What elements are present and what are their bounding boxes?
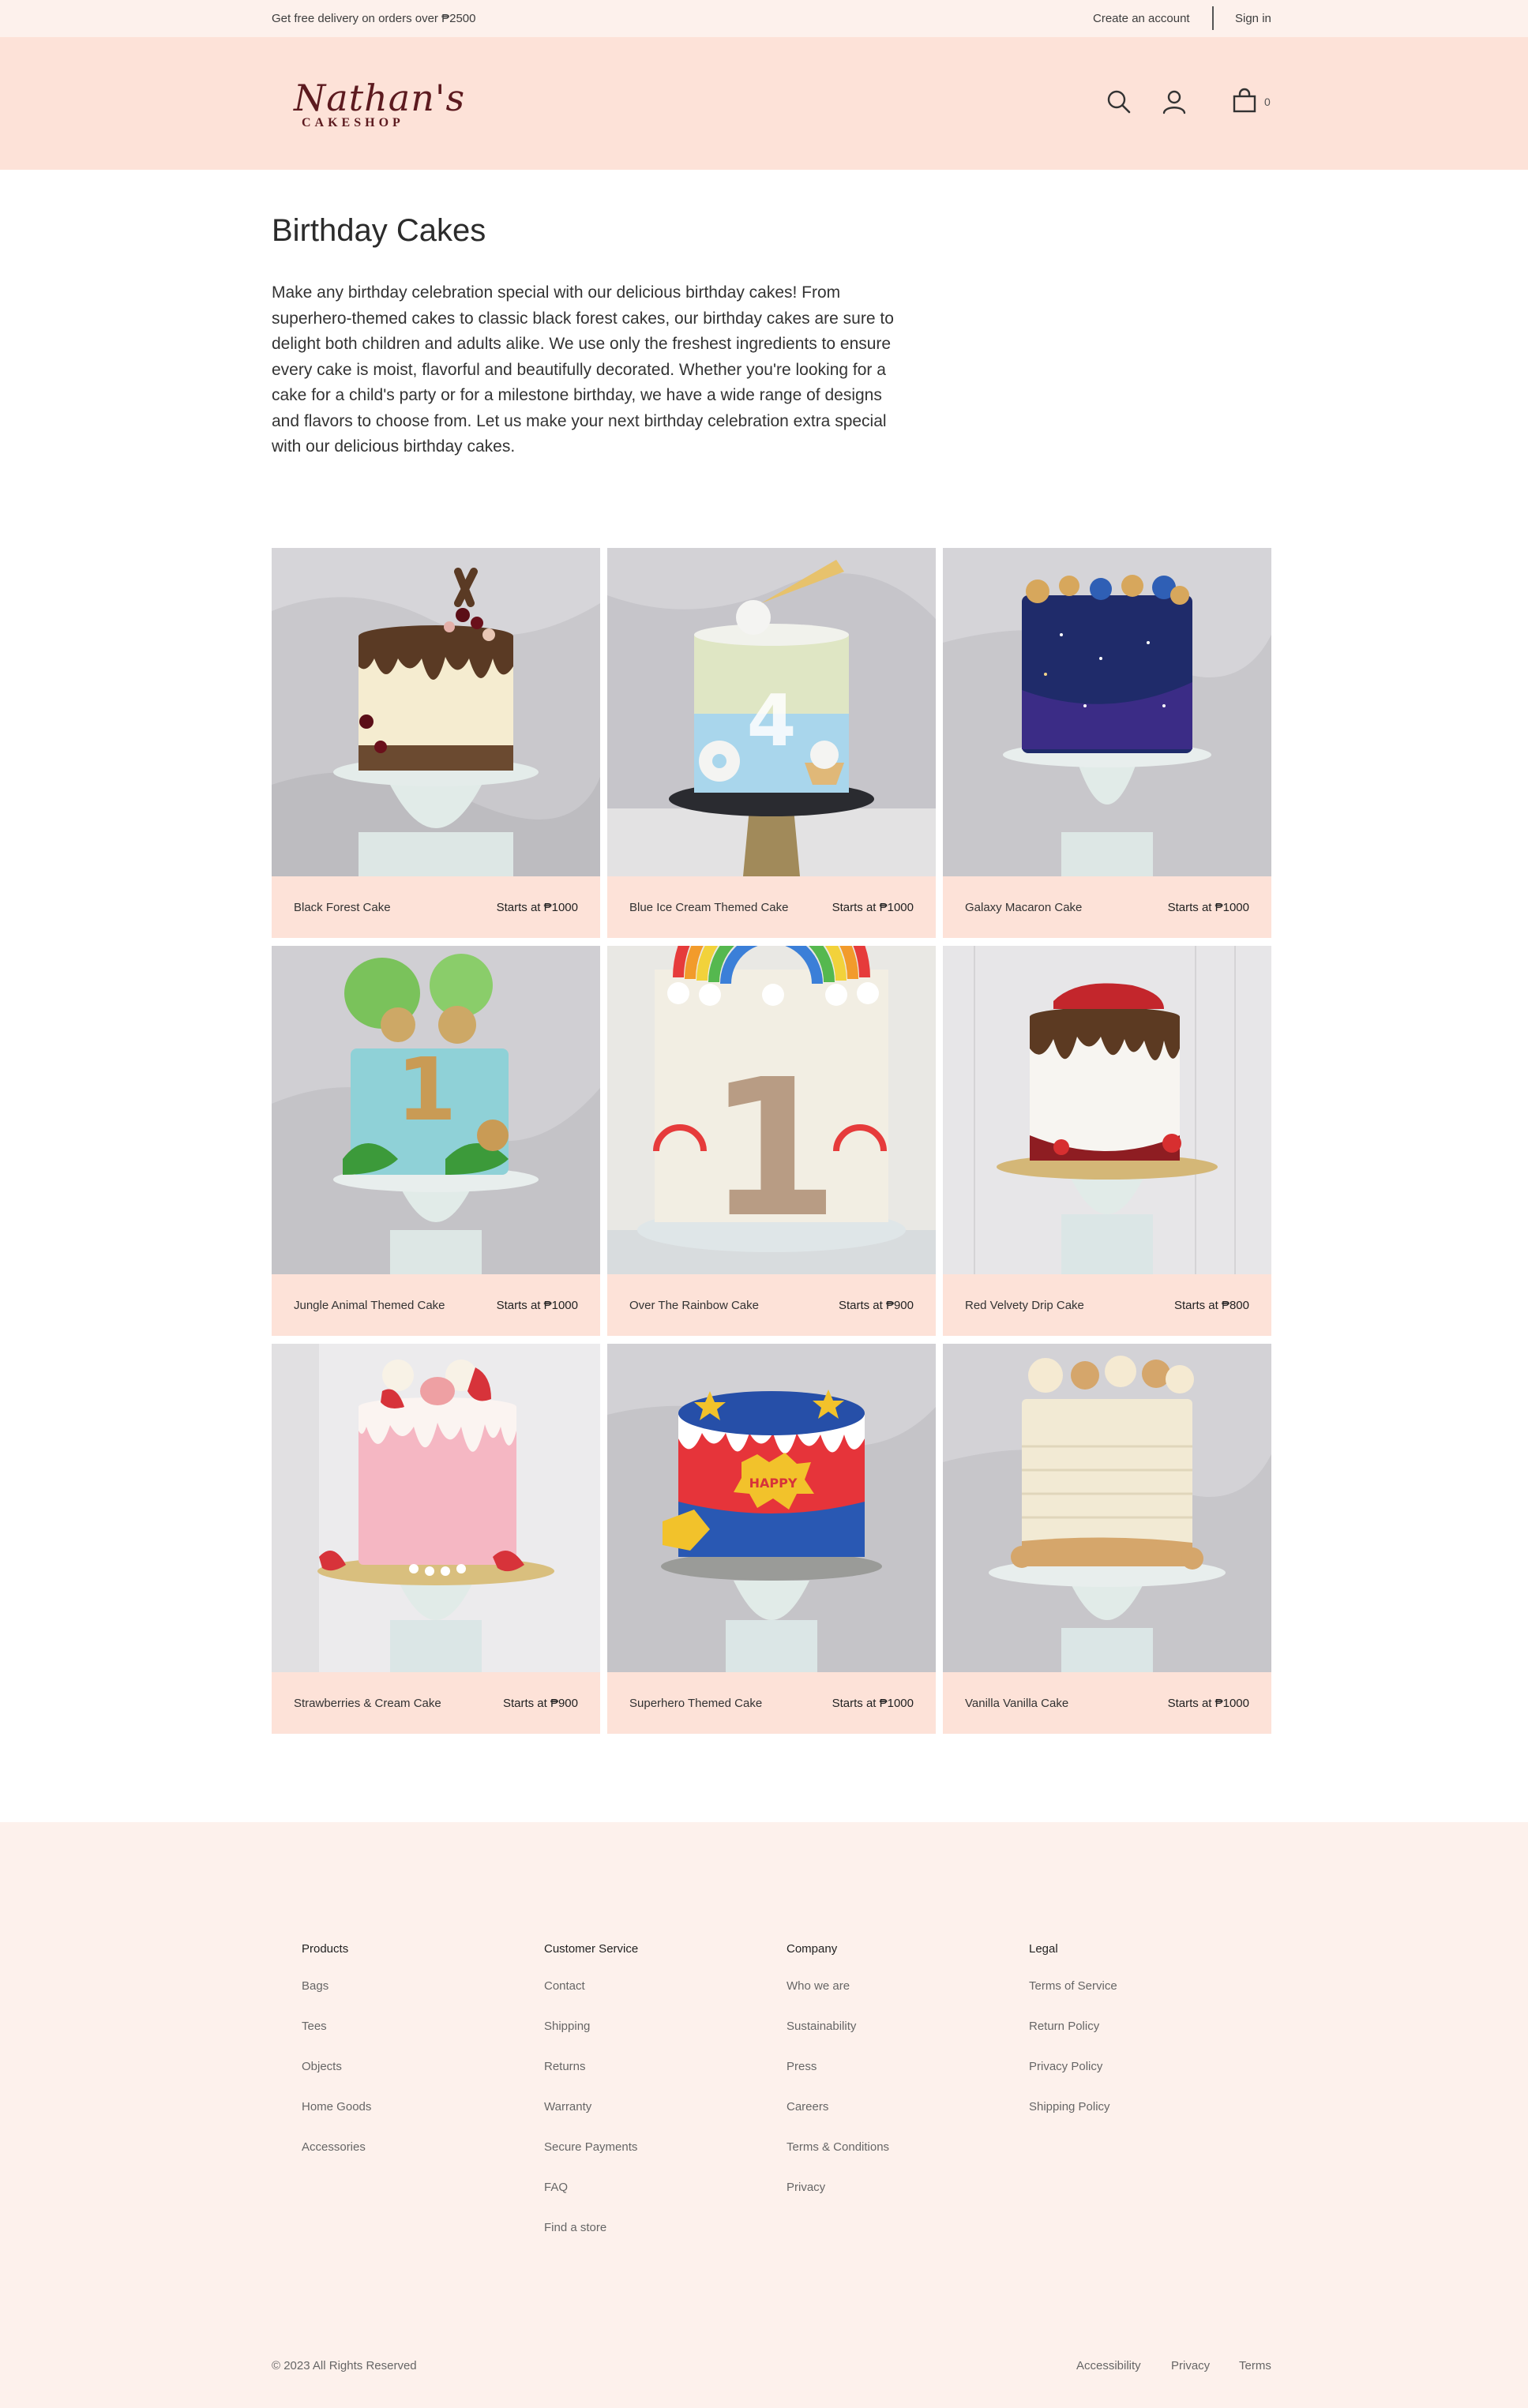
product-info: Strawberries & Cream Cake Starts at ₱900 [272, 1672, 600, 1734]
footer-link[interactable]: Warranty [544, 2100, 638, 2115]
product-name: Vanilla Vanilla Cake [965, 1696, 1069, 1710]
product-info: Galaxy Macaron Cake Starts at ₱1000 [943, 876, 1271, 938]
page-intro: Make any birthday celebration special wi… [272, 283, 894, 456]
product-info: Over The Rainbow Cake Starts at ₱900 [607, 1274, 936, 1336]
product-card[interactable]: 4 Blue Ice Cream Themed Cake Starts at ₱… [607, 548, 936, 938]
product-info: Vanilla Vanilla Cake Starts at ₱1000 [943, 1672, 1271, 1734]
footer-link[interactable]: Shipping [544, 2020, 638, 2035]
footer-link[interactable]: Terms & Conditions [787, 2140, 889, 2155]
footer-link[interactable]: Tees [302, 2020, 371, 2035]
product-card[interactable]: 1 Over The Rainbow Cake Starts at ₱900 [607, 946, 936, 1336]
product-image[interactable]: HAPPY [607, 1344, 936, 1672]
footer-column-legal: Legal Terms of Service Return Policy Pri… [1029, 1942, 1117, 2140]
svg-text:4: 4 [747, 680, 797, 763]
product-name: Galaxy Macaron Cake [965, 900, 1083, 914]
product-card[interactable]: Strawberries & Cream Cake Starts at ₱900 [272, 1344, 600, 1734]
footer-column-title: Company [787, 1942, 838, 1956]
product-card[interactable]: HAPPY Superhero Themed Cake Starts at ₱1… [607, 1344, 936, 1734]
footer-link[interactable]: Sustainability [787, 2020, 889, 2035]
product-price: Starts at ₱1000 [832, 900, 914, 914]
product-image[interactable]: 4 [607, 548, 936, 876]
product-image[interactable]: 1 [272, 946, 600, 1274]
footer-link[interactable]: Secure Payments [544, 2140, 638, 2155]
user-icon[interactable] [1161, 88, 1188, 115]
footer-link[interactable]: Contact [544, 1979, 638, 1994]
copyright: © 2023 All Rights Reserved [272, 2359, 417, 2372]
product-card[interactable]: Galaxy Macaron Cake Starts at ₱1000 [943, 548, 1271, 938]
product-name: Red Velvety Drip Cake [965, 1298, 1084, 1312]
product-name: Blue Ice Cream Themed Cake [629, 900, 789, 914]
product-price: Starts at ₱900 [502, 1696, 578, 1710]
footer-column-customer-service: Customer Service Contact Shipping Return… [544, 1942, 638, 2261]
footer-link[interactable]: Find a store [544, 2221, 638, 2236]
footer-column-company: Company Who we are Sustainability Press … [787, 1942, 889, 2221]
footer-link[interactable]: Home Goods [302, 2100, 371, 2115]
footer-link[interactable]: Terms of Service [1029, 1979, 1117, 1994]
product-name: Black Forest Cake [294, 900, 391, 914]
product-info: Black Forest Cake Starts at ₱1000 [272, 876, 600, 938]
site-footer: Products Bags Tees Objects Home Goods Ac… [0, 1822, 1528, 2408]
sign-in-link[interactable]: Sign in [1235, 12, 1271, 25]
product-price: Starts at ₱1000 [496, 900, 578, 914]
product-info: Jungle Animal Themed Cake Starts at ₱100… [272, 1274, 600, 1336]
footer-link[interactable]: FAQ [544, 2181, 638, 2196]
product-image[interactable] [272, 1344, 600, 1672]
footer-link[interactable]: Who we are [787, 1979, 889, 1994]
product-image[interactable] [272, 548, 600, 876]
logo-script: Nathan's [294, 77, 466, 119]
footer-column-title: Customer Service [544, 1942, 639, 1956]
product-info: Blue Ice Cream Themed Cake Starts at ₱10… [607, 876, 936, 938]
product-grid: Black Forest Cake Starts at ₱1000 4 Blue… [272, 548, 1272, 1734]
footer-column-title: Products [302, 1942, 349, 1956]
product-image[interactable] [943, 1344, 1271, 1672]
footer-column-title: Legal [1029, 1942, 1058, 1956]
product-info: Superhero Themed Cake Starts at ₱1000 [607, 1672, 936, 1734]
footer-link[interactable]: Shipping Policy [1029, 2100, 1117, 2115]
product-card[interactable]: Black Forest Cake Starts at ₱1000 [272, 548, 600, 938]
footer-link[interactable]: Privacy Policy [1029, 2060, 1117, 2075]
product-image[interactable]: 1 [607, 946, 936, 1274]
product-image[interactable] [943, 946, 1271, 1274]
site-header: Nathan's CAKESHOP 0 [0, 37, 1528, 170]
divider [1212, 6, 1214, 30]
product-card[interactable]: Red Velvety Drip Cake Starts at ₱800 [943, 946, 1271, 1336]
svg-text:1: 1 [708, 1038, 839, 1259]
page-title: Birthday Cakes [272, 213, 486, 248]
top-bar: Get free delivery on orders over ₱2500 C… [0, 0, 1528, 37]
footer-link[interactable]: Careers [787, 2100, 889, 2115]
footer-link[interactable]: Privacy [787, 2181, 889, 2196]
cart-count: 0 [1264, 96, 1271, 108]
footer-link[interactable]: Accessories [302, 2140, 371, 2155]
product-card[interactable]: 1 Jungle Animal Themed Cake Starts at ₱1… [272, 946, 600, 1336]
promo-text: Get free delivery on orders over ₱2500 [272, 12, 476, 25]
product-image[interactable] [943, 548, 1271, 876]
create-account-link[interactable]: Create an account [1093, 12, 1190, 25]
logo[interactable]: Nathan's CAKESHOP [294, 77, 466, 141]
product-info: Red Velvety Drip Cake Starts at ₱800 [943, 1274, 1271, 1336]
product-price: Starts at ₱1000 [496, 1298, 578, 1312]
footer-privacy-link[interactable]: Privacy [1171, 2359, 1210, 2372]
footer-column-products: Products Bags Tees Objects Home Goods Ac… [302, 1942, 371, 2181]
product-price: Starts at ₱1000 [1167, 900, 1249, 914]
footer-link[interactable]: Objects [302, 2060, 371, 2075]
product-name: Superhero Themed Cake [629, 1696, 763, 1710]
bag-icon[interactable] [1231, 88, 1258, 114]
product-price: Starts at ₱1000 [1167, 1696, 1249, 1710]
product-price: Starts at ₱800 [1173, 1298, 1249, 1312]
search-icon[interactable] [1106, 88, 1132, 115]
footer-link[interactable]: Returns [544, 2060, 638, 2075]
footer-accessibility-link[interactable]: Accessibility [1076, 2359, 1141, 2372]
product-price: Starts at ₱1000 [832, 1696, 914, 1710]
footer-link[interactable]: Press [787, 2060, 889, 2075]
footer-link[interactable]: Bags [302, 1979, 371, 1994]
svg-text:1: 1 [396, 1039, 457, 1140]
footer-link[interactable]: Return Policy [1029, 2020, 1117, 2035]
svg-text:HAPPY: HAPPY [749, 1476, 798, 1491]
product-name: Strawberries & Cream Cake [294, 1696, 441, 1710]
product-name: Jungle Animal Themed Cake [294, 1298, 445, 1312]
product-name: Over The Rainbow Cake [629, 1298, 759, 1312]
product-card[interactable]: Vanilla Vanilla Cake Starts at ₱1000 [943, 1344, 1271, 1734]
footer-terms-link[interactable]: Terms [1239, 2359, 1271, 2372]
product-price: Starts at ₱900 [838, 1298, 914, 1312]
